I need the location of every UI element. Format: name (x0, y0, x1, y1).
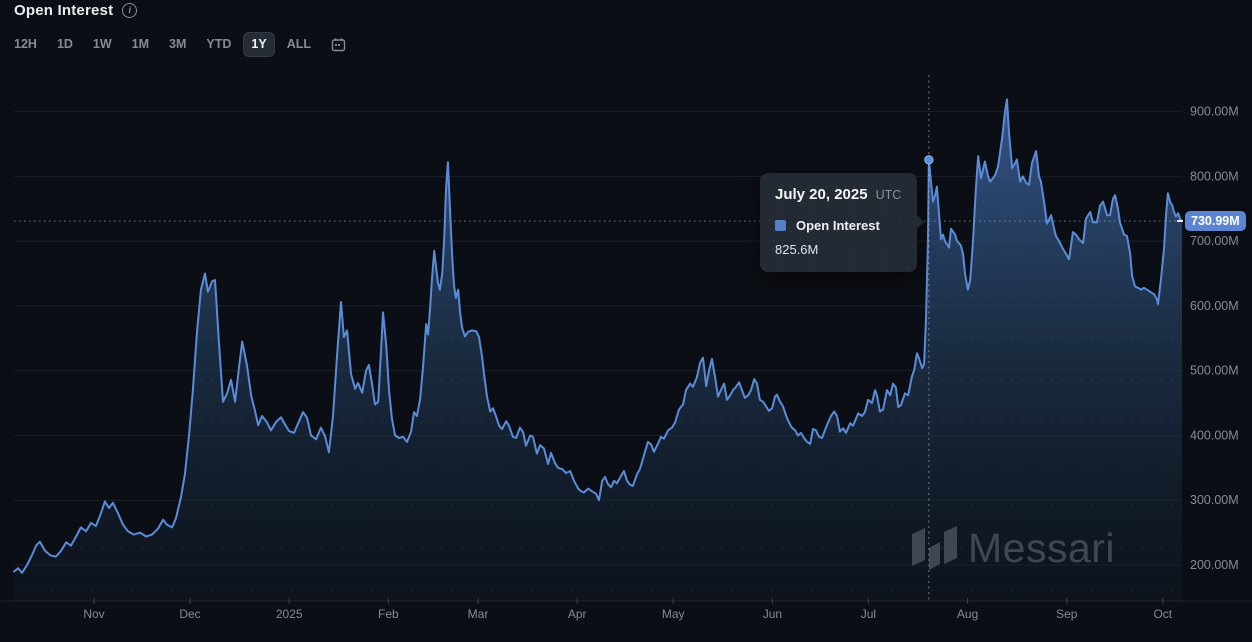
tooltip-value: 825.6M (775, 242, 902, 257)
x-axis-label-feb: Feb (378, 607, 399, 621)
x-axis-label-sep: Sep (1056, 607, 1078, 621)
x-axis-label-2025: 2025 (276, 607, 303, 621)
tooltip-series-label: Open Interest (796, 218, 880, 233)
open-interest-chart-page: Open Interest i 12H1D1W1M3MYTD1YALL Mess… (0, 0, 1252, 642)
x-axis-label-dec: Dec (179, 607, 200, 621)
open-interest-area-chart[interactable]: Messari Nov Dec 2025 Feb Mar Apr May Jun Jul Aug Se… (0, 0, 1252, 642)
x-axis-label-jul: Jul (861, 607, 876, 621)
y-axis-label-300m: 300.00M (1190, 493, 1239, 507)
x-axis-label-may: May (662, 607, 685, 621)
tooltip-arrow (917, 215, 924, 229)
x-axis-label-apr: Apr (568, 607, 587, 621)
y-axis-label-600m: 600.00M (1190, 299, 1239, 313)
highlighted-data-point[interactable] (925, 156, 933, 164)
chart-tooltip: July 20, 2025 UTC Open Interest 825.6M (760, 173, 917, 272)
tooltip-date: July 20, 2025 (775, 186, 868, 203)
y-axis-label-400m: 400.00M (1190, 428, 1239, 442)
y-axis-label-900m: 900.00M (1190, 105, 1239, 119)
y-axis-label-800m: 800.00M (1190, 169, 1239, 183)
tooltip-timezone: UTC (876, 188, 902, 202)
messari-logo-icon (912, 528, 925, 566)
current-value-badge: 730.99M (1185, 211, 1246, 231)
series-color-swatch-icon (775, 220, 786, 231)
y-axis-label-500m: 500.00M (1190, 364, 1239, 378)
badge-tick (1177, 220, 1183, 222)
watermark-text: Messari (968, 525, 1115, 571)
y-axis-label-200m: 200.00M (1190, 558, 1239, 572)
x-axis-label-aug: Aug (957, 607, 978, 621)
x-axis-label-oct: Oct (1153, 607, 1172, 621)
x-axis-label-jun: Jun (763, 607, 782, 621)
x-axis-label-mar: Mar (468, 607, 489, 621)
y-axis-label-700m: 700.00M (1190, 234, 1239, 248)
x-axis-label-nov: Nov (83, 607, 104, 621)
